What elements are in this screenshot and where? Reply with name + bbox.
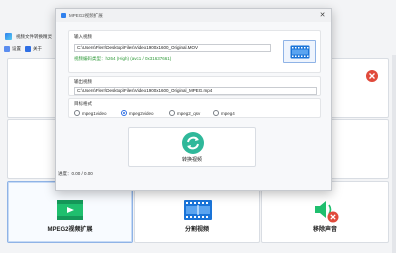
menu-about-label: 关于 — [33, 46, 42, 51]
menu-settings[interactable]: 设置 — [4, 46, 21, 52]
remove-icon — [366, 70, 378, 82]
radio-label: mpeg4 — [221, 110, 235, 116]
card-label: 分割视频 — [184, 227, 209, 233]
card-label: MPEG2视频扩展 — [47, 227, 93, 233]
refresh-icon — [182, 132, 204, 154]
menu-settings-label: 设置 — [12, 46, 21, 51]
dialog-app-icon — [61, 13, 66, 18]
mpeg2-dialog: MPEG2视频扩展 ✕ 输入视频 C:\Users\Flerr\Desktop\… — [55, 8, 332, 191]
dialog-titlebar: MPEG2视频扩展 ✕ — [56, 9, 331, 22]
radio-label: mpeg2_qsv — [177, 110, 201, 116]
scrollbar[interactable] — [392, 55, 396, 253]
card-label: 移除声音 — [312, 227, 337, 233]
film-icon — [290, 45, 309, 58]
encoder-label: 目标格式 — [74, 101, 92, 106]
output-section: 输出视频 C:\Users\Flerr\Desktop\Files\Video1… — [68, 76, 321, 96]
mute-speaker-icon — [315, 201, 339, 223]
radio-button[interactable] — [74, 110, 80, 116]
radio-mpeg4[interactable]: mpeg4 — [213, 110, 235, 116]
convert-label: 转换视频 — [181, 157, 202, 163]
info-icon — [25, 46, 31, 52]
input-label: 输入视频 — [74, 34, 92, 39]
video-play-icon — [57, 200, 83, 220]
convert-button[interactable]: 转换视频 — [128, 127, 256, 167]
input-path-field[interactable]: C:\Users\Flerr\Desktop\Files\Video1900x1… — [74, 44, 271, 52]
settings-icon — [4, 46, 10, 52]
input-section: 输入视频 C:\Users\Flerr\Desktop\Files\Video1… — [68, 30, 321, 73]
radio-label: mpeg2video — [129, 110, 154, 116]
encoder-section: 目标格式 mpeg1video mpeg2video mpeg2_qsv mpe… — [68, 98, 321, 118]
video-thumbnail-button[interactable] — [283, 40, 316, 63]
output-label: 输出视频 — [74, 79, 92, 84]
output-path-field[interactable]: C:\Users\Flerr\Desktop\Files\Video1900x1… — [74, 87, 317, 95]
dialog-title: MPEG2视频扩展 — [69, 12, 103, 18]
menu-about[interactable]: 关于 — [25, 46, 42, 52]
progress-text: 进度：0.00 / 0.00 — [58, 171, 93, 176]
radio-button[interactable] — [121, 110, 127, 116]
close-icon[interactable]: ✕ — [319, 12, 326, 19]
app-title: 视频文件转换精灵 — [16, 33, 52, 39]
radio-mpeg1video[interactable]: mpeg1video — [74, 110, 107, 116]
radio-mpeg2video[interactable]: mpeg2video — [121, 110, 154, 116]
radio-mpeg2-qsv[interactable]: mpeg2_qsv — [169, 110, 200, 116]
app-logo-icon — [5, 33, 12, 40]
radio-button[interactable] — [169, 110, 175, 116]
codec-info: 视频编码类型：h264 (High) (avc1 / 0x31637661) — [74, 56, 172, 61]
radio-label: mpeg1video — [82, 110, 107, 116]
film-split-icon — [184, 200, 212, 220]
radio-button[interactable] — [213, 110, 219, 116]
